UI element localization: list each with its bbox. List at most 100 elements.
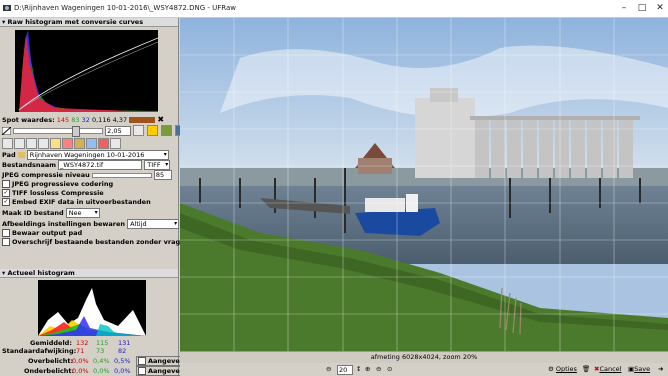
- under-indicate-button[interactable]: Aangeven: [136, 366, 187, 376]
- exposure-input[interactable]: 2,05: [105, 125, 132, 136]
- remember-path-label: Bewaar output pad: [12, 229, 83, 237]
- format-select[interactable]: TIFF: [144, 160, 171, 170]
- std-r: 71: [76, 347, 85, 355]
- spot-g: 83: [71, 116, 80, 124]
- idfile-select[interactable]: Nee: [65, 208, 100, 218]
- under-label: Onderbelicht:: [24, 367, 75, 375]
- tab-raw-icon[interactable]: [2, 138, 13, 149]
- jpeg-input[interactable]: 85: [153, 170, 172, 180]
- close-spot-icon[interactable]: ✖: [157, 115, 164, 124]
- std-b: 82: [118, 347, 127, 355]
- under-r: 0,0%: [72, 367, 89, 375]
- exposure-slider[interactable]: [13, 125, 104, 137]
- overwrite-checkbox[interactable]: [2, 238, 10, 246]
- zoom-spin-icon[interactable]: ↕: [356, 365, 361, 374]
- cancel-button[interactable]: ✖Cancel: [594, 365, 621, 374]
- spot-color-swatch: [129, 117, 156, 123]
- zoom-input[interactable]: 20: [337, 365, 353, 375]
- live-histogram-header[interactable]: ▾ Actueel histogram: [0, 269, 178, 278]
- folder-icon: [17, 152, 25, 158]
- spot-values-label: Spot waardes:: [2, 116, 55, 124]
- status-bar: afmeting 6028x4024, zoom 20%: [180, 351, 668, 363]
- window-title: D:\Rijnhaven Wageningen 10-01-2016\_WSY4…: [14, 4, 236, 12]
- clip-icon[interactable]: [161, 125, 173, 136]
- avg-b: 131: [118, 339, 131, 347]
- progressive-checkbox[interactable]: [2, 180, 10, 188]
- over-label: Overbelicht:: [28, 357, 74, 365]
- spot-luminance: 0,116: [91, 116, 111, 124]
- zoom-fit-icon[interactable]: ⊖: [326, 365, 331, 374]
- opt-exif-row[interactable]: ✓ Embed EXIF data in uitvoerbestanden: [2, 198, 151, 207]
- tab-wb-icon[interactable]: [26, 138, 37, 149]
- raw-histogram-chart: [15, 30, 158, 112]
- opt-remember-row[interactable]: Bewaar output pad: [2, 229, 82, 238]
- status-text: afmeting 6028x4024, zoom 20%: [370, 353, 478, 361]
- jpeg-row: JPEG compressie niveau 85: [2, 170, 176, 180]
- raw-histogram-header[interactable]: ▾ Raw histogram met conversie curves: [0, 18, 178, 27]
- exposure-spin-icon[interactable]: [133, 125, 145, 136]
- filename-input[interactable]: _WSY4872.tif: [58, 160, 143, 170]
- tiff-lossless-checkbox[interactable]: ✓: [2, 189, 10, 197]
- tab-crop-icon[interactable]: [74, 138, 85, 149]
- bottom-toolbar: ⊖ 20 ↕ ⊕ ⊖ ⊙ ⚙ Opties 🗑 ✖Cancel ▣Save ➜: [180, 363, 668, 376]
- raw-histogram-title: Raw histogram met conversie curves: [7, 18, 144, 26]
- zoom-out-icon[interactable]: ⊖: [376, 365, 381, 374]
- tab-grayscale-icon[interactable]: [14, 138, 25, 149]
- image-preview[interactable]: [180, 18, 668, 351]
- exposure-row: 2,05: [1, 125, 201, 137]
- tab-color-icon[interactable]: [50, 138, 61, 149]
- send-icon[interactable]: ➜: [658, 365, 663, 374]
- save-settings-label: Afbeeldings instellingen bewaren: [2, 220, 126, 228]
- preview-photo: [180, 18, 668, 351]
- tab-save-icon[interactable]: [98, 138, 109, 149]
- save-button[interactable]: ▣Save: [628, 365, 650, 374]
- progressive-label: JPEG progressieve codering: [12, 180, 114, 188]
- minimize-button[interactable]: –: [614, 2, 634, 14]
- save-settings-select[interactable]: Altijd: [127, 219, 180, 229]
- opt-tiff-row[interactable]: ✓ TIFF lossless Compressie: [2, 189, 104, 198]
- jpeg-slider[interactable]: [91, 172, 152, 178]
- path-select[interactable]: Rijnhaven Wageningen 10-01-2016: [26, 150, 169, 160]
- over-indicate-label: Aangeven: [148, 357, 185, 365]
- zoom-in-icon[interactable]: ⊕: [365, 365, 370, 374]
- under-row: Onderbelicht:: [24, 367, 74, 375]
- auto-exposure-icon[interactable]: [147, 125, 159, 136]
- over-indicate-checkbox[interactable]: [138, 357, 146, 365]
- tab-exif-icon[interactable]: [86, 138, 97, 149]
- idfile-row: Maak ID bestand Nee: [2, 208, 100, 218]
- remember-path-checkbox[interactable]: [2, 229, 10, 237]
- delete-icon[interactable]: 🗑: [582, 365, 590, 374]
- save-label: Save: [634, 365, 651, 373]
- tab-curve-icon[interactable]: [62, 138, 73, 149]
- tab-info-icon[interactable]: [110, 138, 121, 149]
- filename-row: Bestandsnaam _WSY4872.tif TIFF: [2, 160, 176, 170]
- over-b: 0,5%: [114, 357, 131, 365]
- overwrite-label: Overschrijf bestaande bestanden zonder v…: [12, 238, 190, 246]
- over-indicate-button[interactable]: Aangeven: [136, 356, 187, 366]
- under-indicate-checkbox[interactable]: [138, 367, 146, 375]
- avg-r: 132: [76, 339, 89, 347]
- exposure-slider-handle[interactable]: [72, 125, 81, 137]
- close-button[interactable]: ✕: [650, 2, 668, 14]
- opt-overwrite-row[interactable]: Overschrijf bestaande bestanden zonder v…: [2, 238, 189, 247]
- spot-r: 145: [56, 116, 70, 124]
- opt-progressive-row[interactable]: JPEG progressieve codering: [2, 180, 113, 189]
- under-indicate-label: Aangeven: [148, 367, 185, 375]
- cancel-label: Cancel: [599, 365, 622, 373]
- avg-label: Gemiddeld:: [30, 339, 72, 347]
- tab-lens-icon[interactable]: [38, 138, 49, 149]
- exif-checkbox[interactable]: ✓: [2, 198, 10, 206]
- avg-row: Gemiddeld:: [30, 339, 72, 347]
- over-row: Overbelicht:: [28, 357, 73, 365]
- live-histogram-title: Actueel histogram: [7, 269, 75, 277]
- save-settings-row: Afbeeldings instellingen bewaren Altijd: [2, 219, 180, 229]
- filename-label: Bestandsnaam: [2, 161, 57, 169]
- options-button[interactable]: ⚙ Opties: [548, 365, 577, 374]
- spot-value: 4,37: [112, 116, 128, 124]
- zoom-100-icon[interactable]: ⊙: [387, 365, 392, 374]
- spot-b: 32: [81, 116, 90, 124]
- maximize-button[interactable]: □: [632, 2, 652, 14]
- exif-label: Embed EXIF data in uitvoerbestanden: [12, 198, 151, 206]
- spot-values-row: Spot waardes: 145 83 32 0,116 4,37 ✖: [2, 115, 164, 125]
- std-row: Standaardafwijking:: [2, 347, 76, 355]
